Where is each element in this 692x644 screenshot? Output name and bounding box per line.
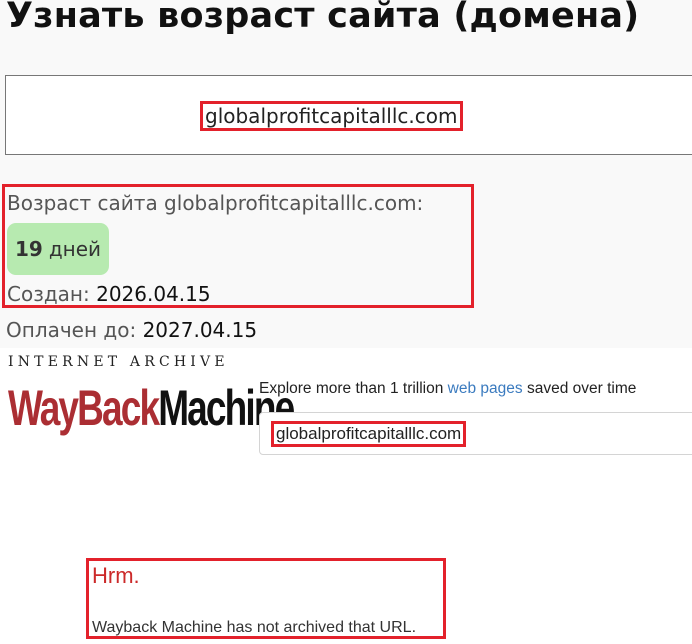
internet-archive-label: INTERNET ARCHIVE [8, 354, 229, 370]
created-label: Создан: [7, 282, 90, 306]
domain-input-value[interactable]: globalprofitcapitalllc.com [200, 101, 463, 131]
paid-until-date: Оплачен до: 2027.04.15 [6, 318, 257, 342]
explore-prefix: Explore more than 1 trillion [259, 380, 448, 397]
wayback-panel: INTERNET ARCHIVE WayBackMachine Explore … [0, 348, 692, 644]
error-message: Wayback Machine has not archived that UR… [92, 619, 417, 636]
age-days-unit: дней [48, 237, 102, 261]
age-days-number: 19 [14, 237, 43, 261]
created-date: Создан: 2026.04.15 [7, 282, 211, 306]
created-value: 2026.04.15 [96, 282, 211, 306]
wayback-search-input[interactable]: globalprofitcapitalllc.com [259, 412, 692, 455]
site-age-block: Возраст сайта globalprofitcapitalllc.com… [2, 184, 474, 308]
paid-label: Оплачен до: [6, 318, 137, 342]
page-title: Узнать возраст сайта (домена) [6, 0, 640, 36]
error-title: Hrm. [92, 563, 140, 588]
paid-value: 2027.04.15 [142, 318, 258, 342]
wayback-logo-way: WayBack [8, 380, 160, 436]
site-age-label: Возраст сайта globalprofitcapitalllc.com… [7, 191, 424, 215]
wayback-search-value[interactable]: globalprofitcapitalllc.com [271, 421, 467, 447]
not-archived-message: Hrm. Wayback Machine has not archived th… [86, 558, 446, 639]
age-badge: 19 дней [7, 223, 109, 275]
web-pages-link[interactable]: web pages [448, 380, 523, 397]
domain-input-box[interactable]: globalprofitcapitalllc.com [5, 75, 692, 155]
explore-tagline: Explore more than 1 trillion web pages s… [259, 380, 636, 398]
wayback-machine-logo[interactable]: WayBackMachine [8, 376, 295, 440]
explore-suffix: saved over time [522, 380, 637, 397]
